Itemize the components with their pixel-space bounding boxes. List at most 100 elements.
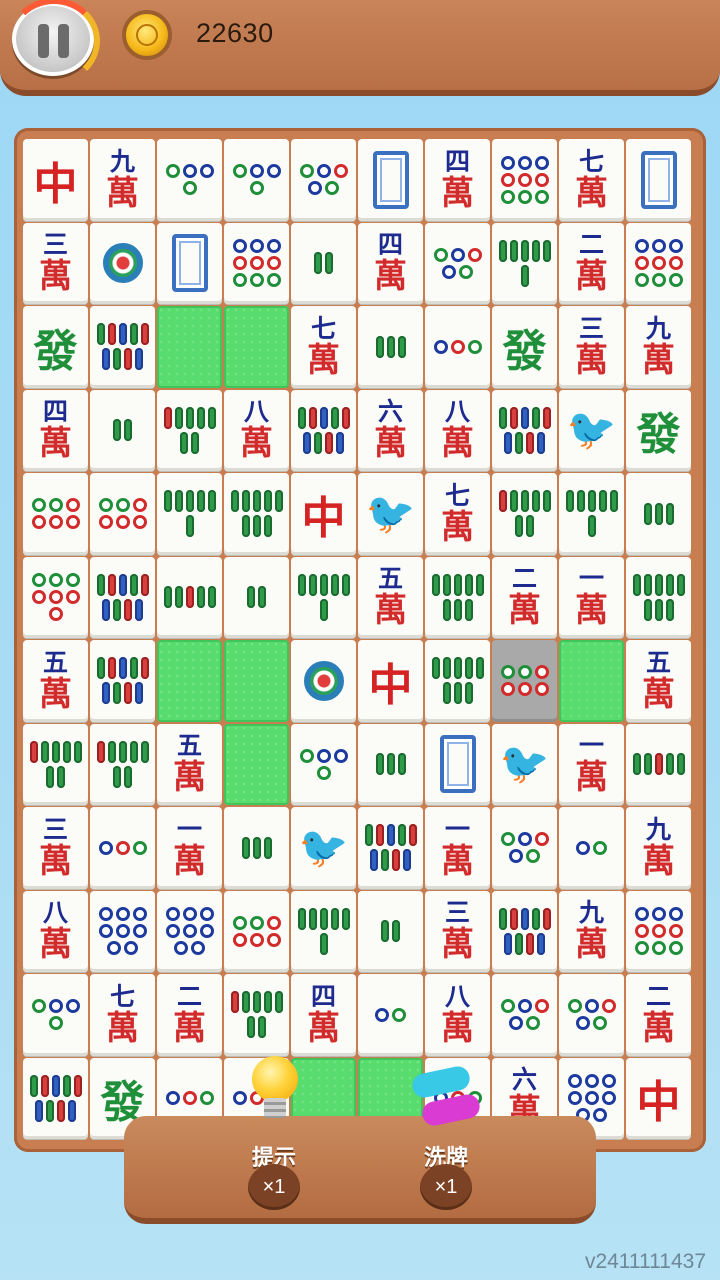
mahjong-tile[interactable] (492, 139, 557, 221)
mahjong-tile[interactable] (224, 974, 289, 1056)
mahjong-tile[interactable] (492, 890, 557, 972)
mahjong-tile[interactable]: 發 (23, 306, 88, 388)
mahjong-tile[interactable]: 🐦 (291, 807, 356, 889)
mahjong-tile[interactable]: 九萬 (626, 807, 691, 889)
mahjong-tile[interactable] (90, 723, 155, 805)
mahjong-tile[interactable] (626, 723, 691, 805)
mahjong-tile[interactable] (492, 222, 557, 304)
mahjong-tile[interactable]: 六萬 (358, 389, 423, 471)
mahjong-tile[interactable] (626, 890, 691, 972)
mahjong-tile[interactable]: 一萬 (559, 723, 624, 805)
mahjong-tile[interactable] (425, 222, 490, 304)
mahjong-tile[interactable]: 中 (23, 139, 88, 221)
mahjong-tile[interactable] (358, 807, 423, 889)
mahjong-tile[interactable] (224, 556, 289, 638)
mahjong-tile[interactable] (291, 389, 356, 471)
mahjong-tile[interactable] (90, 807, 155, 889)
mahjong-tile[interactable] (291, 222, 356, 304)
mahjong-tile[interactable] (23, 473, 88, 555)
mahjong-tile[interactable] (425, 723, 490, 805)
mahjong-tile[interactable]: 四萬 (23, 389, 88, 471)
mahjong-tile[interactable] (291, 640, 356, 722)
mahjong-tile[interactable] (358, 306, 423, 388)
mahjong-tile[interactable]: 一萬 (157, 807, 222, 889)
mahjong-tile[interactable]: 五萬 (23, 640, 88, 722)
mahjong-tile[interactable] (90, 556, 155, 638)
mahjong-tile[interactable] (559, 974, 624, 1056)
mahjong-tile[interactable]: 八萬 (224, 389, 289, 471)
mahjong-tile[interactable]: 五萬 (358, 556, 423, 638)
mahjong-tile[interactable]: 二萬 (492, 556, 557, 638)
mahjong-tile[interactable]: 發 (492, 306, 557, 388)
mahjong-tile[interactable]: 八萬 (23, 890, 88, 972)
mahjong-tile[interactable] (23, 974, 88, 1056)
mahjong-tile[interactable] (492, 640, 557, 722)
mahjong-tile[interactable]: 七萬 (90, 974, 155, 1056)
mahjong-tile[interactable]: 四萬 (291, 974, 356, 1056)
mahjong-tile[interactable] (492, 807, 557, 889)
mahjong-tile[interactable]: 中 (291, 473, 356, 555)
mahjong-tile[interactable] (224, 222, 289, 304)
mahjong-tile[interactable]: 發 (626, 389, 691, 471)
mahjong-tile[interactable] (90, 890, 155, 972)
mahjong-tile[interactable]: 🐦 (559, 389, 624, 471)
mahjong-tile[interactable]: 中 (358, 640, 423, 722)
mahjong-tile[interactable] (358, 139, 423, 221)
mahjong-tile[interactable]: 一萬 (559, 556, 624, 638)
mahjong-tile[interactable] (291, 890, 356, 972)
mahjong-tile[interactable]: 🐦 (492, 723, 557, 805)
mahjong-tile[interactable] (492, 974, 557, 1056)
mahjong-tile[interactable]: 九萬 (559, 890, 624, 972)
mahjong-tile[interactable]: 三萬 (23, 222, 88, 304)
mahjong-tile[interactable] (358, 723, 423, 805)
mahjong-tile[interactable]: 四萬 (425, 139, 490, 221)
mahjong-tile[interactable] (157, 139, 222, 221)
mahjong-tile[interactable] (291, 723, 356, 805)
mahjong-tile[interactable] (291, 556, 356, 638)
mahjong-tile[interactable]: 五萬 (157, 723, 222, 805)
mahjong-tile[interactable] (425, 640, 490, 722)
mahjong-tile[interactable] (157, 222, 222, 304)
mahjong-tile[interactable]: 二萬 (626, 974, 691, 1056)
mahjong-tile[interactable]: 七萬 (559, 139, 624, 221)
mahjong-tile[interactable] (90, 306, 155, 388)
mahjong-tile[interactable] (358, 974, 423, 1056)
mahjong-tile[interactable]: 二萬 (559, 222, 624, 304)
mahjong-tile[interactable] (358, 890, 423, 972)
mahjong-tile[interactable] (157, 890, 222, 972)
mahjong-tile[interactable] (23, 723, 88, 805)
mahjong-tile[interactable]: 七萬 (425, 473, 490, 555)
mahjong-tile[interactable] (492, 389, 557, 471)
mahjong-tile[interactable]: 五萬 (626, 640, 691, 722)
mahjong-tile[interactable] (23, 1057, 88, 1139)
mahjong-tile[interactable]: 三萬 (425, 890, 490, 972)
mahjong-tile[interactable]: 八萬 (425, 974, 490, 1056)
mahjong-tile[interactable]: 九萬 (626, 306, 691, 388)
mahjong-tile[interactable] (90, 222, 155, 304)
mahjong-tile[interactable] (157, 389, 222, 471)
mahjong-tile[interactable] (626, 139, 691, 221)
mahjong-tile[interactable] (23, 556, 88, 638)
mahjong-tile[interactable]: 三萬 (23, 807, 88, 889)
mahjong-tile[interactable]: 七萬 (291, 306, 356, 388)
mahjong-tile[interactable] (425, 306, 490, 388)
mahjong-tile[interactable]: 二萬 (157, 974, 222, 1056)
mahjong-tile[interactable] (90, 389, 155, 471)
mahjong-tile[interactable]: 🐦 (358, 473, 423, 555)
mahjong-tile[interactable] (425, 556, 490, 638)
pause-button[interactable] (8, 0, 100, 84)
mahjong-tile[interactable] (224, 473, 289, 555)
mahjong-tile[interactable]: 三萬 (559, 306, 624, 388)
mahjong-tile[interactable] (626, 222, 691, 304)
mahjong-tile[interactable]: 一萬 (425, 807, 490, 889)
mahjong-tile[interactable] (626, 556, 691, 638)
mahjong-tile[interactable] (626, 473, 691, 555)
mahjong-tile[interactable] (291, 139, 356, 221)
mahjong-tile[interactable]: 中 (626, 1057, 691, 1139)
mahjong-tile[interactable]: 九萬 (90, 139, 155, 221)
mahjong-tile[interactable] (559, 807, 624, 889)
mahjong-tile[interactable]: 八萬 (425, 389, 490, 471)
mahjong-tile[interactable] (224, 139, 289, 221)
shuffle-icon[interactable] (410, 1064, 482, 1128)
mahjong-tile[interactable]: 四萬 (358, 222, 423, 304)
